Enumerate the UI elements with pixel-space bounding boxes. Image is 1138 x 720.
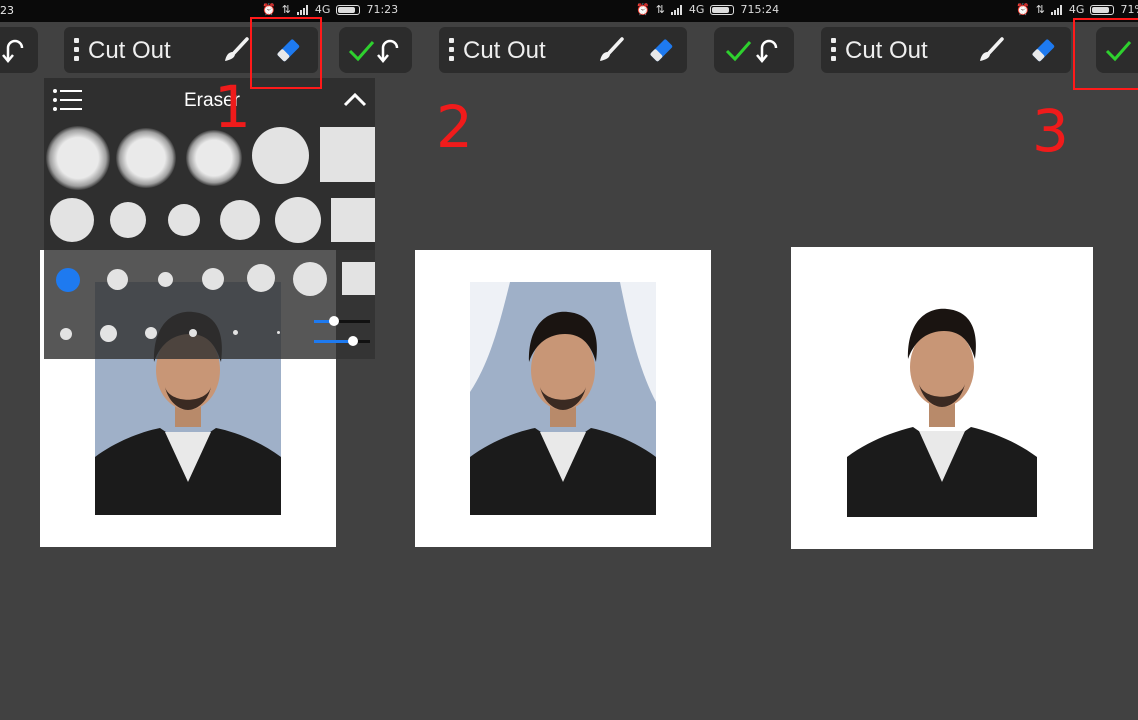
network-label: 4G (688, 3, 705, 16)
toolbar-title: Cut Out (845, 37, 928, 64)
undo-icon[interactable] (0, 36, 30, 64)
undo-icon[interactable] (754, 36, 784, 64)
canvas-3[interactable] (791, 247, 1093, 549)
kebab-menu-icon[interactable] (449, 38, 454, 62)
undo-icon[interactable] (375, 36, 405, 64)
brush-hard-md[interactable] (110, 202, 146, 238)
brush-hard-sm[interactable] (168, 204, 200, 236)
data-arrows-icon: ⇅ (655, 3, 665, 16)
list-icon[interactable] (52, 88, 82, 112)
brush-medium-2[interactable] (293, 262, 327, 296)
action-pill-1 (0, 27, 38, 73)
portrait-photo-3-cutout (847, 308, 1037, 517)
brush-small-3[interactable] (202, 268, 224, 290)
checkmark-icon[interactable] (724, 36, 752, 64)
brush-hard-xl[interactable] (252, 127, 309, 184)
network-label: 4G (314, 3, 331, 16)
step-number-2: 2 (436, 93, 473, 161)
step-number-3: 3 (1032, 97, 1069, 165)
brush-square-xl[interactable] (320, 127, 375, 182)
toolbar-title: Cut Out (463, 37, 546, 64)
data-arrows-icon: ⇅ (281, 3, 291, 16)
brush-tiny-4[interactable] (189, 329, 197, 337)
highlight-check-box (1073, 18, 1138, 90)
brush-tiny-1[interactable] (60, 328, 72, 340)
brush-square-md[interactable] (342, 262, 375, 295)
brush-icon[interactable] (977, 36, 1005, 64)
data-arrows-icon: ⇅ (1035, 3, 1045, 16)
network-label: 4G (1068, 3, 1085, 16)
brush-hard-xl-2[interactable] (275, 197, 321, 243)
kebab-menu-icon[interactable] (74, 38, 79, 62)
status-time-1: 23 (0, 4, 14, 17)
status-time-3: 715:24 (740, 3, 780, 16)
signal-icon (296, 4, 309, 15)
alarm-off-icon: ⏰ (636, 3, 650, 16)
status-icons-4: ⏰ ⇅ 4G 71% (1016, 3, 1138, 16)
action-pill-3 (714, 27, 794, 73)
opacity-slider[interactable] (314, 336, 370, 346)
cutout-toolbar-2: Cut Out (439, 27, 687, 73)
brush-small-2[interactable] (158, 272, 173, 287)
portrait-photo-2 (470, 282, 656, 515)
brush-size-slider[interactable] (314, 316, 370, 326)
step-number-1: 1 (214, 73, 251, 141)
brush-small-1[interactable] (107, 269, 128, 290)
signal-icon (670, 4, 683, 15)
brush-icon[interactable] (597, 36, 625, 64)
status-battery-4: 71% (1120, 3, 1138, 16)
status-icons-3: ⏰ ⇅ 4G 715:24 (636, 3, 779, 16)
brush-soft-xl[interactable] (46, 126, 110, 190)
brush-selected-small[interactable] (56, 268, 80, 292)
brush-hard-lg-2[interactable] (220, 200, 260, 240)
brush-medium-1[interactable] (247, 264, 275, 292)
highlight-eraser-box (250, 17, 322, 89)
brush-tiny-5[interactable] (233, 330, 238, 335)
toolbar-title: Cut Out (88, 37, 171, 64)
canvas-2[interactable] (415, 250, 711, 547)
cutout-toolbar-3: Cut Out (821, 27, 1071, 73)
battery-icon (336, 4, 361, 15)
status-icons-2: ⏰ ⇅ 4G 71:23 (262, 3, 398, 16)
alarm-off-icon: ⏰ (262, 3, 276, 16)
brush-soft-lg[interactable] (116, 128, 176, 188)
brush-icon[interactable] (222, 36, 250, 64)
brush-tiny-6[interactable] (277, 331, 280, 334)
kebab-menu-icon[interactable] (831, 38, 836, 62)
brush-tiny-2[interactable] (100, 325, 117, 342)
brush-hard-lg[interactable] (50, 198, 94, 242)
battery-icon (710, 4, 735, 15)
status-time-2: 71:23 (366, 3, 399, 16)
checkmark-icon[interactable] (347, 36, 375, 64)
action-pill-2 (339, 27, 412, 73)
eraser-icon[interactable] (1029, 36, 1057, 64)
chevron-up-icon[interactable] (342, 90, 368, 110)
brush-tiny-3[interactable] (145, 327, 157, 339)
brush-square-lg[interactable] (331, 198, 375, 242)
battery-icon (1090, 4, 1115, 15)
signal-icon (1050, 4, 1063, 15)
eraser-icon[interactable] (647, 36, 675, 64)
brush-size-slider-knob[interactable] (328, 316, 339, 326)
eraser-panel: Eraser (44, 78, 375, 359)
alarm-off-icon: ⏰ (1016, 3, 1030, 16)
status-bar: 23 ⏰ ⇅ 4G 71:23 ⏰ ⇅ 4G 715:24 ⏰ ⇅ 4G 71% (0, 0, 1138, 22)
